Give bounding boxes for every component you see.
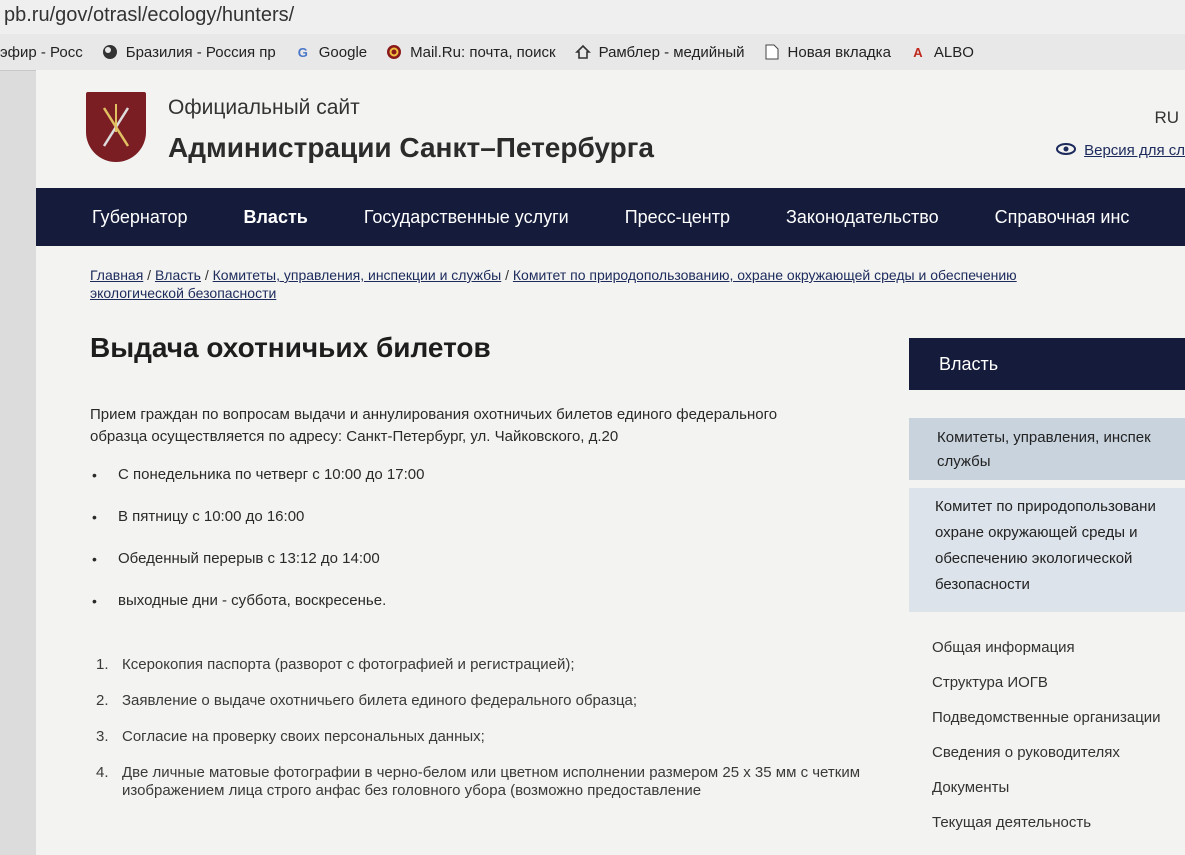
page-icon [763,43,781,61]
list-item: В пятницу с 10:00 до 16:00 [90,506,424,548]
bookmark-item[interactable]: эфир - Росс [0,44,83,61]
sidebar-item-label: обеспечению экологической [935,550,1133,567]
bookmark-label: Бразилия - Россия пр [125,43,276,61]
sidebar-link-current-activity[interactable]: Текущая деятельность [932,805,1161,840]
nav-item-reference[interactable]: Справочная инс [995,207,1130,228]
globe-icon [101,43,119,61]
list-item: 2. Заявление о выдаче охотничьего билета … [90,692,880,710]
sidebar-link-subordinate-orgs[interactable]: Подведомственные организации [932,700,1161,735]
nav-item-power[interactable]: Власть [244,207,308,228]
breadcrumb-separator: / [501,267,513,283]
sidebar-item-label: охране окружающей среды и [935,524,1138,541]
bookmark-item[interactable]: Бразилия - Россия пр [101,43,276,61]
sidebar-link-leaders[interactable]: Сведения о руководителях [932,735,1161,770]
list-number: 3. [96,728,109,745]
bookmark-item[interactable]: A ALBO [909,43,974,61]
breadcrumb-separator: / [200,267,213,283]
main-nav: Губернатор Власть Государственные услуги… [36,188,1185,246]
bookmark-label: эфир - Росс [0,43,83,61]
list-text: Две личные матовые фотографии в черно-бе… [122,764,861,799]
home-icon [574,43,592,61]
list-item: выходные дни - суббота, воскресенье. [90,590,424,632]
sidebar-links: Общая информация Структура ИОГВ Подведом… [932,630,1161,840]
sidebar-item-label: службы [937,453,991,470]
web-page: Официальный сайт Администрации Санкт–Пет… [36,70,1185,855]
schedule-list: С понедельника по четверг с 10:00 до 17:… [90,464,424,632]
documents-list: 1. Ксерокопия паспорта (разворот с фотогр… [90,656,880,818]
list-item: 1. Ксерокопия паспорта (разворот с фотогр… [90,656,880,674]
bookmark-label: Новая вкладка [787,43,891,61]
intro-line: Прием граждан по вопросам выдачи и аннул… [90,406,778,423]
address-bar[interactable]: pb.ru/gov/otrasl/ecology/hunters/ [0,0,1185,34]
sidebar-item-label: Комитеты, управления, инспек [937,429,1151,446]
list-text: Ксерокопия паспорта (разворот с фотограф… [122,656,575,673]
sidebar-heading[interactable]: Власть [909,338,1185,390]
coat-of-arms-logo[interactable] [86,92,146,162]
breadcrumb-power[interactable]: Власть [155,267,201,283]
breadcrumb-home[interactable]: Главная [90,267,143,283]
eye-icon [1056,142,1077,159]
list-text: Заявление о выдаче охотничьего билета ед… [122,692,638,709]
albo-icon: A [913,44,923,60]
bookmark-label: Рамблер - медийный [598,43,745,61]
language-switch[interactable]: RU [1154,108,1179,128]
page-title: Выдача охотничьих билетов [90,332,491,363]
list-item: 4. Две личные матовые фотографии в черно-… [90,764,880,800]
intro-line: образца осуществляется по адресу: Санкт-… [90,428,619,445]
breadcrumb-separator: / [143,267,155,283]
accessibility-version-link[interactable]: Версия для сл [1056,142,1185,159]
list-item: Обеденный перерыв с 13:12 до 14:00 [90,548,424,590]
sidebar-item-committees[interactable]: Комитеты, управления, инспек службы [909,418,1185,480]
bookmark-item[interactable]: G Google [294,43,367,61]
bookmark-item[interactable]: Рамблер - медийный [574,43,745,61]
site-subtitle: Официальный сайт [168,96,360,119]
sidebar-item-label: Комитет по природопользовани [935,498,1156,515]
bookmark-item[interactable]: Новая вкладка [763,43,891,61]
site-title[interactable]: Администрации Санкт–Петербурга [168,132,654,164]
bookmark-item[interactable]: Mail.Ru: почта, поиск [385,43,556,61]
nav-item-press[interactable]: Пресс-центр [625,207,730,228]
list-text: Согласие на проверку своих персональных … [122,728,485,745]
site-header: Официальный сайт Администрации Санкт–Пет… [36,70,1185,188]
sidebar-link-documents[interactable]: Документы [932,770,1161,805]
list-item: 3. Согласие на проверку своих персональны… [90,728,880,746]
list-number: 4. [96,764,109,781]
sidebar-link-general-info[interactable]: Общая информация [932,630,1161,665]
mailru-icon [385,43,403,61]
list-number: 1. [96,656,109,673]
list-number: 2. [96,692,109,709]
bookmark-label: ALBO [933,43,974,61]
url-text: pb.ru/gov/otrasl/ecology/hunters/ [4,4,295,26]
list-item: С понедельника по четверг с 10:00 до 17:… [90,464,424,506]
nav-item-legislation[interactable]: Законодательство [786,207,939,228]
sidebar-item-current-committee[interactable]: Комитет по природопользовани охране окру… [909,488,1185,612]
accessibility-version-label: Версия для сл [1084,142,1185,159]
intro-text: Прием граждан по вопросам выдачи и аннул… [90,404,850,448]
google-icon: G [297,44,308,60]
nav-item-services[interactable]: Государственные услуги [364,207,569,228]
breadcrumb-committees[interactable]: Комитеты, управления, инспекции и службы [213,267,502,283]
sidebar-item-label: безопасности [935,576,1030,593]
bookmarks-bar: эфир - Росс Бразилия - Россия пр G Googl… [0,34,1185,71]
bookmark-label: Google [318,43,368,61]
nav-item-governor[interactable]: Губернатор [92,207,188,228]
sidebar-link-structure[interactable]: Структура ИОГВ [932,665,1161,700]
breadcrumb: Главная / Власть / Комитеты, управления,… [90,266,1050,302]
bookmark-label: Mail.Ru: почта, поиск [410,43,556,61]
